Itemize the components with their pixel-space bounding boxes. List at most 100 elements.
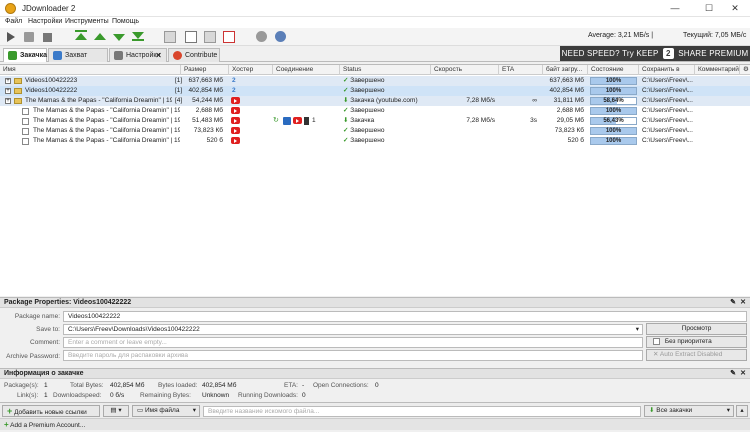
package-row[interactable]: + Videos100422222 [1] 402,854 Мб 2 ✓ Завершен… xyxy=(0,86,750,96)
row-save-to: C:\Users\Freev\... xyxy=(642,77,693,84)
row-eta: ∞ xyxy=(532,97,537,104)
close-icon[interactable]: ✕ xyxy=(740,298,746,308)
add-premium-account-link[interactable]: Add a Premium Account... xyxy=(10,422,85,429)
packages-label: Package(s): xyxy=(4,382,39,389)
close-button[interactable]: ✕ xyxy=(720,2,750,15)
connection-icon xyxy=(283,117,291,125)
toggle-panel-button[interactable]: ▴ xyxy=(736,405,748,417)
archive-password-input[interactable]: Введите пароль для распаковки архива xyxy=(63,350,643,361)
links-label: Link(s): xyxy=(17,392,39,399)
save-to-input[interactable]: C:\Users\Freev\Downloads\Videos100422222… xyxy=(63,324,643,335)
premium-icon[interactable] xyxy=(184,30,198,44)
bytes-loaded-value: 402,854 Мб xyxy=(202,382,237,389)
progress-label: 100% xyxy=(605,88,622,94)
menu-help[interactable]: Помощь xyxy=(112,18,139,25)
col-host[interactable]: Хостер xyxy=(229,65,273,75)
file-icon xyxy=(22,138,29,145)
package-row[interactable]: + Videos100422223 [1] 637,663 Мб 2 ✓ Завершен… xyxy=(0,76,750,86)
col-status[interactable]: Status xyxy=(340,65,431,75)
row-name: The Mamas & the Papas - "California Drea… xyxy=(33,127,180,134)
file-icon xyxy=(22,108,29,115)
check-icon: ✓ xyxy=(343,127,349,134)
col-progress[interactable]: Состояние xyxy=(588,65,639,75)
row-comment xyxy=(695,126,739,136)
view-options-button[interactable]: ▤ ▾ xyxy=(103,405,129,417)
menu-file[interactable]: Файл xyxy=(5,18,22,25)
move-down-icon[interactable] xyxy=(112,30,126,44)
auto-extract-toggle[interactable]: ✕ Auto Extract Disabled xyxy=(646,349,747,361)
premium-text-a: NEED SPEED? Try KEEP xyxy=(561,49,659,58)
row-save-to: C:\Users\Freev\... xyxy=(642,107,693,114)
add-links-button[interactable]: + Добавить новые ссылки xyxy=(2,405,100,417)
tab-downloads[interactable]: Закачка xyxy=(3,48,47,62)
priority-select[interactable]: Без приоритета xyxy=(646,336,747,348)
all-downloads-select[interactable]: ⬇ Все закачки ▾ xyxy=(644,405,734,417)
comment-input[interactable]: Enter a comment or leave empty... xyxy=(63,337,643,348)
close-icon[interactable]: ✕ xyxy=(740,369,746,379)
settings-icon[interactable] xyxy=(255,30,269,44)
search-field-select[interactable]: ▭ Имя файла ▾ xyxy=(132,405,200,417)
pin-icon[interactable]: ✎ xyxy=(730,298,736,308)
table-row[interactable]: The Mamas & the Papas - "California Drea… xyxy=(0,116,750,126)
search-input[interactable]: Введите название искомого файла... xyxy=(203,406,641,417)
all-downloads-label: Все закачки xyxy=(656,407,693,414)
row-comment xyxy=(695,136,739,146)
col-loaded[interactable]: байт загру... xyxy=(543,65,588,75)
download-info-title: Информация о закачке xyxy=(4,370,84,377)
close-icon[interactable]: ✕ xyxy=(155,49,162,62)
folder-icon xyxy=(14,78,22,84)
row-name: The Mamas & the Papas - "California Drea… xyxy=(33,117,180,124)
chevron-down-icon[interactable]: ▾ xyxy=(636,325,639,334)
pause-icon[interactable] xyxy=(22,30,36,44)
add-links-label: Добавить новые ссылки xyxy=(14,409,87,416)
expand-icon[interactable]: + xyxy=(5,88,11,94)
move-top-icon[interactable] xyxy=(74,30,88,44)
column-chooser-icon[interactable]: ⚙ xyxy=(740,65,750,75)
expand-icon[interactable]: + xyxy=(5,78,11,84)
progress-bar: 100% xyxy=(590,87,637,95)
menu-settings[interactable]: Настройки xyxy=(28,18,62,25)
col-name[interactable]: Имя xyxy=(0,65,181,75)
reconnect-icon[interactable] xyxy=(203,30,217,44)
col-comment[interactable]: Комментарий xyxy=(695,65,740,75)
menu-tools[interactable]: Инструменты xyxy=(65,18,109,25)
tab-contribute[interactable]: Contribute xyxy=(168,48,220,62)
open-connections-value: 0 xyxy=(375,382,379,389)
package-row[interactable]: + The Mamas & the Papas - "California Dre… xyxy=(0,96,750,106)
col-size[interactable]: Размер xyxy=(181,65,229,75)
search-field-label: Имя файла xyxy=(144,407,180,414)
progress-label: 56,43% xyxy=(603,118,624,124)
stop-icon[interactable] xyxy=(40,30,54,44)
browse-button[interactable]: Просмотр xyxy=(646,323,747,335)
package-name-input[interactable]: Videos100422222 xyxy=(63,311,747,322)
table-row[interactable]: The Mamas & the Papas - "California Drea… xyxy=(0,136,750,146)
table-row[interactable]: The Mamas & the Papas - "California Drea… xyxy=(0,126,750,136)
col-speed[interactable]: Скорость xyxy=(431,65,499,75)
pin-icon[interactable]: ✎ xyxy=(730,369,736,379)
row-speed xyxy=(431,76,497,86)
move-up-icon[interactable] xyxy=(93,30,107,44)
update-icon[interactable] xyxy=(274,30,288,44)
shutdown-icon[interactable] xyxy=(222,30,236,44)
play-icon[interactable] xyxy=(4,30,18,44)
youtube-icon xyxy=(231,107,240,114)
move-bottom-icon[interactable] xyxy=(131,30,145,44)
col-connection[interactable]: Соединение xyxy=(273,65,340,75)
col-save-to[interactable]: Сохранить в xyxy=(639,65,695,75)
row-size: 51,483 Мб xyxy=(192,117,223,124)
eta-value: - xyxy=(302,382,305,389)
row-connections: 1 xyxy=(312,117,316,124)
minimize-button[interactable]: — xyxy=(660,2,690,15)
table-row[interactable]: The Mamas & the Papas - "California Drea… xyxy=(0,106,750,116)
tab-settings[interactable]: Настройки ✕ xyxy=(109,48,167,62)
clipboard-icon[interactable] xyxy=(163,30,177,44)
progress-label: 100% xyxy=(605,138,622,144)
col-eta[interactable]: ETA xyxy=(499,65,543,75)
folder-icon xyxy=(14,88,22,94)
row-size: 520 б xyxy=(206,137,223,144)
row-status: Закачка xyxy=(350,117,375,124)
premium-banner[interactable]: NEED SPEED? Try KEEP 2 SHARE PREMIUM xyxy=(560,46,750,61)
tab-linkgrabber[interactable]: Захват ссылок xyxy=(48,48,108,72)
priority-checkbox[interactable] xyxy=(653,337,660,345)
expand-icon[interactable]: + xyxy=(5,98,11,104)
